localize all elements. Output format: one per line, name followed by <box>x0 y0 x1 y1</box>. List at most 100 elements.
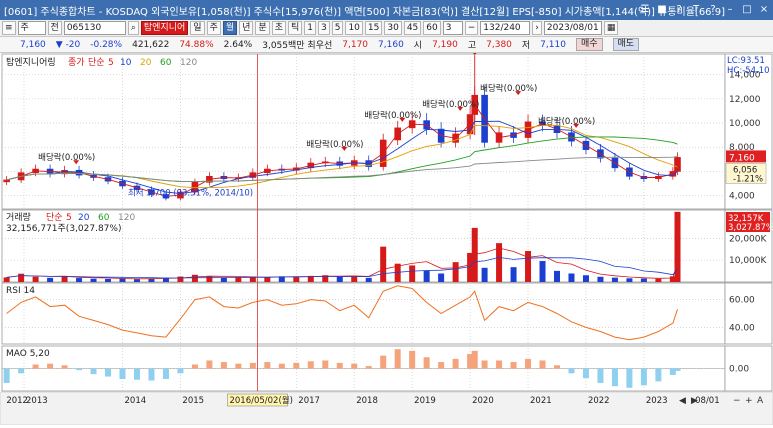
volume-bar <box>568 273 575 282</box>
zoom-in-icon[interactable]: + <box>745 396 753 406</box>
maximize-icon[interactable]: □ <box>740 2 754 17</box>
volume-bar <box>525 251 532 282</box>
mao-bar <box>394 349 401 369</box>
period-second[interactable]: 초 <box>271 21 286 35</box>
quote-bar: 7,160 ▼ -20 -0.28% 421,622 74.88% 2.64% … <box>0 37 773 53</box>
price-annotation: 배당락(0.00%) <box>38 152 95 163</box>
date-input[interactable]: 2023/08/01 <box>543 21 602 35</box>
pane-title: 거래량 <box>6 211 31 223</box>
font-icon[interactable]: T <box>689 2 703 17</box>
type-select[interactable]: 주 <box>17 21 46 35</box>
mode-button[interactable]: 전 <box>47 21 62 35</box>
period-year[interactable]: 년 <box>239 21 254 35</box>
ma-tag-pct: -1.21% <box>733 174 763 184</box>
legend-entry: 60 <box>98 213 110 223</box>
volume-bar <box>553 270 560 282</box>
search-icon[interactable]: ⌕ <box>127 21 139 35</box>
stock-badge[interactable]: 탑엔지니어 <box>140 21 189 35</box>
volume-bar <box>177 276 184 282</box>
mao-bar <box>249 362 256 369</box>
axis-frame-2 <box>724 282 773 345</box>
scroll-left-icon[interactable]: ◀ <box>679 396 686 406</box>
price-annotation: 배당락(0.00%) <box>480 83 537 94</box>
x-tick-label: 2023 <box>646 396 668 406</box>
mao-bar <box>611 368 618 387</box>
scroll-right-icon[interactable]: ▶ <box>691 396 698 406</box>
menu-icon[interactable]: ☰ <box>638 2 652 17</box>
period-minute[interactable]: 분 <box>255 21 270 35</box>
minus-button[interactable]: − <box>464 21 479 35</box>
list-icon[interactable]: ≡ <box>2 21 16 35</box>
volume-bar <box>293 276 300 282</box>
info-icon[interactable]: ? <box>706 2 720 17</box>
interval-30[interactable]: 30 <box>384 21 402 35</box>
mao-bar <box>148 368 155 381</box>
calendar-icon[interactable]: ▦ <box>603 21 619 35</box>
close-icon[interactable]: × <box>757 2 771 17</box>
y-tick-label: 20,000K <box>729 234 767 244</box>
help-icon[interactable]: ? <box>672 2 686 17</box>
volume-bar <box>61 276 68 282</box>
window-title: [0601] 주식종합차트 - KOSDAQ 외국인보유[1,058(천)] 주… <box>4 6 725 18</box>
legend-entry: 10 <box>120 58 132 68</box>
sell-button[interactable]: 매도 <box>612 38 640 51</box>
x-tick-label: 2016/05/02(월) <box>229 395 292 406</box>
interval-60[interactable]: 60 <box>423 21 441 35</box>
x-tick-label: 2013 <box>26 396 48 406</box>
y-tick-label: 12,000 <box>729 95 761 105</box>
x-tick-label: 2020 <box>472 396 494 406</box>
period-tick[interactable]: 틱 <box>287 21 303 35</box>
mao-bar <box>438 362 445 369</box>
chart-svg[interactable]: 14,00012,00010,0008,0006,0004,00020,000K… <box>0 43 773 426</box>
x-tick-label: 2022 <box>588 396 610 406</box>
mao-bar <box>220 362 227 369</box>
buy-button[interactable]: 매수 <box>575 38 603 51</box>
code-input[interactable]: 065130 <box>63 21 126 35</box>
mao-bar <box>293 362 300 369</box>
mao-bar <box>365 366 372 369</box>
minimize-icon[interactable]: – <box>723 2 737 17</box>
volume-bar <box>481 267 488 282</box>
y-tick-label: 4,000 <box>729 192 755 202</box>
mao-bar <box>380 355 387 369</box>
volume-bar <box>611 277 618 282</box>
interval-10[interactable]: 10 <box>345 21 363 35</box>
pane-title: RSI 14 <box>6 286 35 296</box>
mao-bar <box>264 362 271 369</box>
interval-15[interactable]: 15 <box>364 21 383 35</box>
legend-entry: 종가 <box>68 57 85 68</box>
interval-45[interactable]: 45 <box>403 21 422 35</box>
axis-marker-label: HC:-54.10 <box>727 66 770 76</box>
price-annotation: 최고 15,600 (-54.10%, 2020/02) <box>437 53 571 54</box>
chevron-icon[interactable]: › <box>532 21 542 35</box>
mao-bar <box>235 363 242 369</box>
turnover-value: 2.64% <box>223 39 253 50</box>
change-value: ▼ -20 <box>55 39 81 50</box>
interval-1[interactable]: 1 <box>304 21 316 35</box>
legend-entry: 20 <box>140 58 152 68</box>
interval-5[interactable]: 5 <box>331 21 344 35</box>
low-label: 저 <box>521 41 531 51</box>
volume-bar <box>380 246 387 282</box>
position-icon[interactable]: A <box>757 396 764 406</box>
volume-tag-pct: 3,027.87% <box>728 223 773 233</box>
mao-bar <box>105 368 112 377</box>
mao-bar <box>133 368 140 380</box>
zoom-out-icon[interactable]: − <box>733 396 741 406</box>
period-week[interactable]: 주 <box>206 21 221 35</box>
count-input[interactable]: 3 <box>442 21 463 35</box>
ratio-input[interactable]: 132/240 <box>480 21 531 35</box>
chart-area[interactable]: 14,00012,00010,0008,0006,0004,00020,000K… <box>0 43 773 426</box>
volume-bar <box>597 276 604 282</box>
mao-bar <box>423 357 430 369</box>
mao-bar <box>76 368 83 371</box>
volume-bar <box>264 277 271 282</box>
interval-3[interactable]: 3 <box>317 21 330 35</box>
mao-bar <box>177 368 184 374</box>
pin-icon[interactable]: ■ <box>655 2 669 17</box>
period-month[interactable]: 월 <box>222 21 238 35</box>
period-day[interactable]: 일 <box>190 21 205 35</box>
legend-entry: 120 <box>118 213 135 223</box>
volume-bar <box>206 275 213 282</box>
mao-bar <box>206 360 213 369</box>
